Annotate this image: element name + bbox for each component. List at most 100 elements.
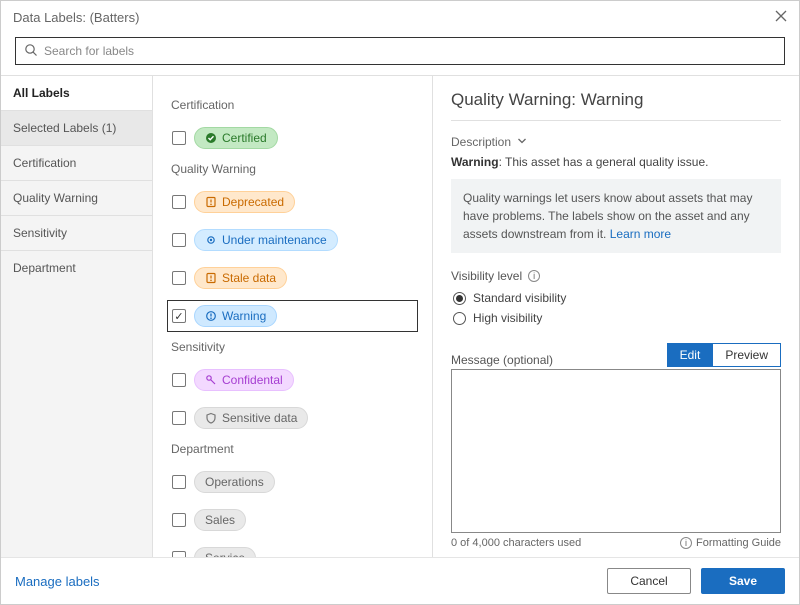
description-label: Warning (451, 155, 499, 169)
label-row-certified[interactable]: Certified (167, 122, 418, 154)
description-body: : This asset has a general quality issue… (499, 155, 709, 169)
formatting-guide-label: Formatting Guide (696, 537, 781, 549)
detail-panel: Quality Warning: Warning Description War… (433, 76, 799, 557)
footer-buttons: Cancel Save (607, 568, 785, 594)
label-row-sales[interactable]: Sales (167, 504, 418, 536)
pill-stale-data: Stale data (194, 267, 287, 289)
divider (451, 120, 781, 121)
section-title-sensitivity: Sensitivity (171, 340, 418, 354)
sidebar-item-department[interactable]: Department (1, 251, 152, 285)
dialog-title: Data Labels: (Batters) (13, 10, 139, 25)
pill-sensitive-data: Sensitive data (194, 407, 308, 429)
label-row-deprecated[interactable]: Deprecated (167, 186, 418, 218)
alert-icon (205, 310, 217, 322)
checkbox[interactable] (172, 195, 186, 209)
search-area (1, 33, 799, 75)
char-count: 0 of 4,000 characters used (451, 537, 581, 549)
section-title-quality: Quality Warning (171, 162, 418, 176)
pill-service: Service (194, 547, 256, 557)
checkbox[interactable] (172, 475, 186, 489)
check-badge-icon (205, 132, 217, 144)
info-icon: i (680, 537, 692, 549)
pill-confidential: Confidental (194, 369, 294, 391)
section-title-certification: Certification (171, 98, 418, 112)
radio-high-visibility[interactable]: High visibility (453, 311, 781, 325)
chevron-down-icon (517, 135, 527, 149)
warn-doc-icon (205, 272, 217, 284)
message-textarea[interactable] (451, 369, 781, 533)
sidebar-item-sensitivity[interactable]: Sensitivity (1, 216, 152, 251)
pill-deprecated: Deprecated (194, 191, 295, 213)
search-icon (24, 43, 38, 60)
key-icon (205, 374, 217, 386)
label-row-warning[interactable]: Warning (167, 300, 418, 332)
pill-sales: Sales (194, 509, 246, 531)
pill-label: Under maintenance (222, 233, 327, 247)
pill-under-maintenance: Under maintenance (194, 229, 338, 251)
footer: Manage labels Cancel Save (1, 557, 799, 604)
label-row-stale-data[interactable]: Stale data (167, 262, 418, 294)
sidebar-item-all-labels[interactable]: All Labels (1, 76, 152, 111)
checkbox[interactable] (172, 309, 186, 323)
checkbox[interactable] (172, 233, 186, 247)
info-box: Quality warnings let users know about as… (451, 179, 781, 253)
formatting-guide-link[interactable]: i Formatting Guide (680, 537, 781, 549)
gear-icon (205, 234, 217, 246)
sidebar-item-selected-labels[interactable]: Selected Labels (1) (1, 111, 152, 146)
checkbox[interactable] (172, 411, 186, 425)
info-icon[interactable]: i (528, 270, 540, 282)
tab-edit[interactable]: Edit (667, 343, 714, 367)
section-title-department: Department (171, 442, 418, 456)
radio-label: Standard visibility (473, 291, 566, 305)
label-row-under-maintenance[interactable]: Under maintenance (167, 224, 418, 256)
pill-label: Operations (205, 475, 264, 489)
search-input[interactable] (44, 44, 776, 58)
detail-title: Quality Warning: Warning (451, 90, 781, 110)
radio[interactable] (453, 292, 466, 305)
sidebar-item-certification[interactable]: Certification (1, 146, 152, 181)
message-header: Message (optional) Edit Preview (451, 343, 781, 367)
sidebar-item-quality-warning[interactable]: Quality Warning (1, 181, 152, 216)
pill-certified: Certified (194, 127, 278, 149)
pill-label: Certified (222, 131, 267, 145)
pill-warning: Warning (194, 305, 277, 327)
pill-operations: Operations (194, 471, 275, 493)
info-text: Quality warnings let users know about as… (463, 191, 752, 241)
sidebar: All Labels Selected Labels (1) Certifica… (1, 76, 153, 557)
checkbox[interactable] (172, 271, 186, 285)
titlebar: Data Labels: (Batters) (1, 1, 799, 33)
message-label: Message (optional) (451, 353, 553, 367)
label-row-service[interactable]: Service (167, 542, 418, 557)
label-row-confidential[interactable]: Confidental (167, 364, 418, 396)
visibility-label: Visibility level (451, 269, 522, 283)
radio-label: High visibility (473, 311, 542, 325)
message-footer: 0 of 4,000 characters used i Formatting … (451, 537, 781, 549)
pill-label: Deprecated (222, 195, 284, 209)
tab-preview[interactable]: Preview (713, 343, 781, 367)
warn-doc-icon (205, 196, 217, 208)
body: All Labels Selected Labels (1) Certifica… (1, 75, 799, 557)
search-box[interactable] (15, 37, 785, 65)
manage-labels-link[interactable]: Manage labels (15, 574, 100, 589)
radio-standard-visibility[interactable]: Standard visibility (453, 291, 781, 305)
label-row-operations[interactable]: Operations (167, 466, 418, 498)
description-toggle[interactable]: Description (451, 135, 781, 149)
pill-label: Confidental (222, 373, 283, 387)
label-row-sensitive-data[interactable]: Sensitive data (167, 402, 418, 434)
checkbox[interactable] (172, 373, 186, 387)
checkbox[interactable] (172, 131, 186, 145)
save-button[interactable]: Save (701, 568, 785, 594)
learn-more-link[interactable]: Learn more (610, 227, 671, 241)
shield-icon (205, 412, 217, 424)
checkbox[interactable] (172, 513, 186, 527)
label-list: Certification Certified Quality Warning … (153, 76, 433, 557)
cancel-button[interactable]: Cancel (607, 568, 691, 594)
description-text: Warning: This asset has a general qualit… (451, 155, 781, 169)
pill-label: Warning (222, 309, 266, 323)
radio[interactable] (453, 312, 466, 325)
data-labels-dialog: Data Labels: (Batters) All Labels Select… (0, 0, 800, 605)
close-icon[interactable] (775, 9, 787, 25)
message-tabs: Edit Preview (667, 343, 781, 367)
pill-label: Stale data (222, 271, 276, 285)
visibility-label-row: Visibility level i (451, 269, 781, 283)
